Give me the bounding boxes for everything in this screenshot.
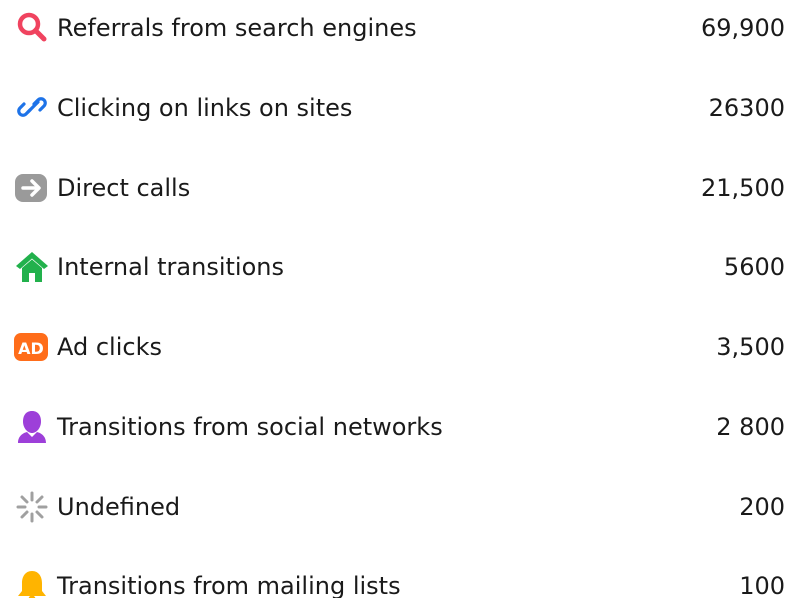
source-label: Direct calls [57, 174, 191, 202]
svg-text:AD: AD [18, 339, 44, 358]
list-item-mailing-lists[interactable]: Transitions from mailing lists 100 [0, 566, 789, 598]
source-value: 69,900 [701, 14, 785, 42]
list-item-undefined[interactable]: Undefined 200 [0, 487, 789, 527]
link-icon [14, 90, 50, 126]
bell-icon [14, 568, 50, 598]
source-value: 200 [739, 493, 785, 521]
spinner-icon [14, 489, 50, 525]
source-value: 5600 [723, 253, 785, 281]
list-item-social-networks[interactable]: Transitions from social networks 2 800 [0, 407, 789, 447]
source-label: Internal transitions [57, 253, 284, 281]
home-icon [14, 249, 50, 285]
ad-badge-icon: AD [14, 329, 50, 365]
source-value: 3,500 [716, 333, 785, 361]
traffic-sources-list: Referrals from search engines 69,900 Cli… [0, 0, 789, 598]
source-label: Transitions from mailing lists [57, 572, 401, 598]
list-item-search-engines[interactable]: Referrals from search engines 69,900 [0, 8, 789, 48]
list-item-ad-clicks[interactable]: AD Ad clicks 3,500 [0, 327, 789, 367]
source-label: Transitions from social networks [57, 413, 443, 441]
source-label: Ad clicks [57, 333, 162, 361]
source-label: Undefined [57, 493, 181, 521]
source-value: 2 800 [716, 413, 785, 441]
list-item-direct-calls[interactable]: Direct calls 21,500 [0, 168, 789, 208]
search-icon [14, 10, 50, 46]
source-value: 21,500 [701, 174, 785, 202]
source-value: 100 [739, 572, 785, 598]
source-label: Referrals from search engines [57, 14, 417, 42]
source-label: Clicking on links on sites [57, 94, 353, 122]
list-item-links-on-sites[interactable]: Clicking on links on sites 26300 [0, 88, 789, 128]
source-value: 26300 [708, 94, 785, 122]
list-item-internal-transitions[interactable]: Internal transitions 5600 [0, 247, 789, 287]
arrow-right-icon [14, 170, 50, 206]
user-icon [14, 409, 50, 445]
